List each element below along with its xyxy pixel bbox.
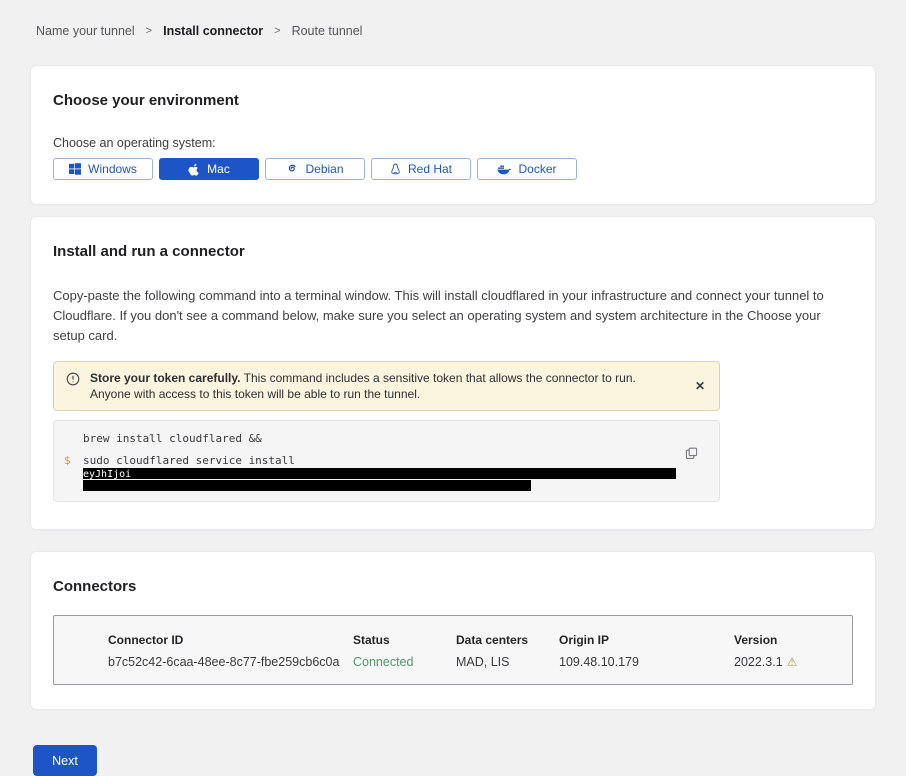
breadcrumb-separator: > — [146, 23, 152, 39]
code-line-brew: brew install cloudflared && — [83, 432, 719, 445]
os-button-label: Docker — [518, 162, 556, 176]
os-button-group: Windows Mac Debian — [53, 158, 853, 180]
cell-status: Connected — [353, 655, 456, 669]
cell-origin-ip: 109.48.10.179 — [559, 655, 734, 669]
install-connector-description: Copy-paste the following command into a … — [53, 286, 853, 346]
connectors-card: Connectors Connector ID Status Data cent… — [31, 552, 875, 709]
install-connector-card: Install and run a connector Copy-paste t… — [31, 217, 875, 529]
breadcrumb: Name your tunnel > Install connector > R… — [0, 0, 906, 39]
os-button-mac[interactable]: Mac — [159, 158, 259, 180]
install-command-code-block[interactable]: brew install cloudflared && $ sudo cloud… — [53, 420, 720, 502]
header-version: Version — [734, 633, 844, 647]
os-button-docker[interactable]: Docker — [477, 158, 577, 180]
redacted-token-bar — [83, 480, 531, 491]
os-button-debian[interactable]: Debian — [265, 158, 365, 180]
table-row: b7c52c42-6caa-48ee-8c77-fbe259cb6c0a Con… — [108, 655, 852, 669]
token-warning-banner: Store your token carefully. This command… — [53, 361, 720, 411]
table-header-row: Connector ID Status Data centers Origin … — [108, 633, 852, 647]
breadcrumb-step-route-tunnel[interactable]: Route tunnel — [292, 23, 363, 39]
tunnel-setup-page: Name your tunnel > Install connector > R… — [0, 0, 906, 776]
environment-card: Choose your environment Choose an operat… — [31, 66, 875, 204]
breadcrumb-step-name-your-tunnel[interactable]: Name your tunnel — [36, 23, 135, 39]
environment-card-title: Choose your environment — [53, 92, 853, 109]
alert-circle-icon — [66, 372, 80, 386]
install-connector-title: Install and run a connector — [53, 243, 853, 260]
copy-icon[interactable] — [685, 447, 698, 460]
os-button-label: Windows — [88, 162, 137, 176]
token-prefix: eyJhIjoi — [83, 469, 131, 480]
header-connector-id: Connector ID — [108, 633, 353, 647]
apple-icon — [188, 163, 200, 176]
connectors-table: Connector ID Status Data centers Origin … — [53, 615, 853, 685]
header-origin-ip: Origin IP — [559, 633, 734, 647]
breadcrumb-step-install-connector[interactable]: Install connector — [163, 23, 263, 39]
os-button-redhat[interactable]: Red Hat — [371, 158, 471, 180]
os-button-label: Debian — [305, 162, 343, 176]
token-warning-text: Store your token carefully. This command… — [90, 370, 660, 402]
header-data-centers: Data centers — [456, 633, 559, 647]
shell-prompt: $ — [64, 454, 71, 467]
breadcrumb-separator: > — [274, 23, 280, 39]
cell-connector-id: b7c52c42-6caa-48ee-8c77-fbe259cb6c0a — [108, 655, 353, 669]
redacted-token-bar: eyJhIjoi — [83, 468, 676, 479]
debian-icon — [286, 163, 298, 175]
os-button-label: Red Hat — [408, 162, 452, 176]
token-warning-bold: Store your token carefully. — [90, 371, 241, 385]
docker-icon — [497, 164, 511, 175]
os-select-label: Choose an operating system: — [53, 136, 853, 150]
os-button-label: Mac — [207, 162, 230, 176]
close-icon[interactable]: ✕ — [693, 379, 707, 393]
os-button-windows[interactable]: Windows — [53, 158, 153, 180]
header-status: Status — [353, 633, 456, 647]
redhat-icon — [390, 163, 401, 175]
cell-data-centers: MAD, LIS — [456, 655, 559, 669]
next-button[interactable]: Next — [33, 745, 97, 776]
connectors-title: Connectors — [53, 578, 853, 595]
cell-version: 2022.3.1⚠ — [734, 655, 844, 669]
windows-icon — [69, 163, 81, 175]
code-line-sudo: sudo cloudflared service install — [83, 454, 719, 467]
version-warning-icon: ⚠ — [787, 655, 798, 669]
